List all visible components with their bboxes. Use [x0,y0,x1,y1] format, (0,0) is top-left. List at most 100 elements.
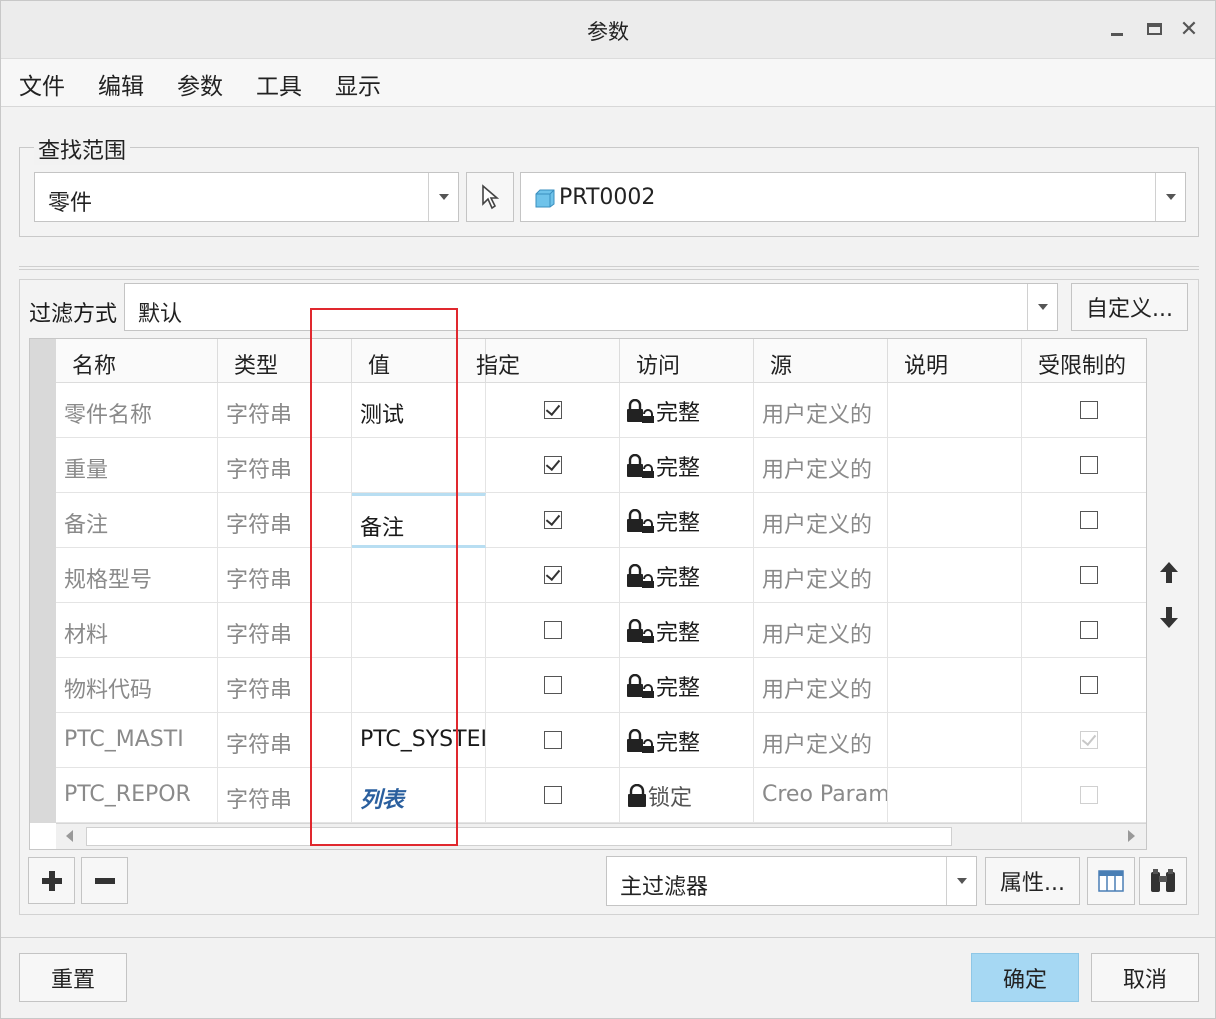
designate-checkbox[interactable] [543,566,562,584]
table-cell-restricted[interactable] [1022,548,1146,603]
table-cell-source[interactable]: 用户定义的 [754,603,888,658]
select-pointer-button[interactable] [466,172,514,222]
designate-checkbox[interactable] [543,401,562,419]
table-cell-desc[interactable] [888,713,1022,768]
menu-display[interactable]: 显示 [335,67,381,101]
designate-checkbox[interactable] [543,511,562,529]
table-cell-restricted[interactable] [1022,768,1146,823]
scrollbar-thumb[interactable] [86,827,952,846]
scroll-left-icon[interactable] [66,830,73,842]
restricted-checkbox[interactable] [1079,456,1098,474]
table-cell-access[interactable]: 完整 [620,658,754,713]
table-cell-designate[interactable] [486,713,620,768]
menu-file[interactable]: 文件 [19,67,65,101]
properties-button[interactable]: 属性... [985,857,1080,905]
table-cell-access[interactable]: 完整 [620,603,754,658]
table-cell-access[interactable]: 完整 [620,713,754,768]
table-cell-value[interactable]: 列表 [352,768,486,823]
table-cell-value[interactable] [352,603,486,658]
scroll-right-icon[interactable] [1128,830,1135,842]
chevron-down-icon[interactable] [1027,284,1057,330]
table-cell-designate[interactable] [486,658,620,713]
header-access[interactable]: 访问 [620,339,754,383]
table-cell-type[interactable]: 字符串 [218,493,352,548]
restricted-checkbox[interactable] [1079,511,1098,529]
designate-checkbox[interactable] [543,456,562,474]
table-cell-type[interactable]: 字符串 [218,768,352,823]
table-cell-name[interactable]: 物料代码 [56,658,218,713]
table-cell-restricted[interactable] [1022,603,1146,658]
header-name[interactable]: 名称 [56,339,218,383]
table-cell-restricted[interactable] [1022,383,1146,438]
table-cell-value[interactable]: 备注 [352,493,486,548]
table-cell-designate[interactable] [486,603,620,658]
table-cell-value[interactable] [352,438,486,493]
close-icon[interactable]: ✕ [1175,15,1203,43]
designate-checkbox[interactable] [543,731,562,749]
table-cell-restricted[interactable] [1022,438,1146,493]
move-down-icon[interactable] [1159,605,1179,635]
table-cell-type[interactable]: 字符串 [218,383,352,438]
table-cell-source[interactable]: 用户定义的 [754,548,888,603]
table-cell-name[interactable]: 零件名称 [56,383,218,438]
chevron-down-icon[interactable] [946,857,976,905]
target-model-dropdown[interactable]: PRT0002 [520,172,1186,222]
menu-edit[interactable]: 编辑 [98,67,144,101]
table-cell-value[interactable]: 测试 [352,383,486,438]
restricted-checkbox[interactable] [1079,621,1098,639]
cancel-button[interactable]: 取消 [1091,953,1199,1002]
minimize-icon[interactable] [1103,15,1131,43]
table-cell-restricted[interactable] [1022,493,1146,548]
table-cell-value[interactable] [352,548,486,603]
menu-parameters[interactable]: 参数 [177,67,223,101]
table-cell-name[interactable]: 重量 [56,438,218,493]
restricted-checkbox[interactable] [1079,401,1098,419]
restricted-checkbox[interactable] [1079,676,1098,694]
table-cell-source[interactable]: 用户定义的 [754,438,888,493]
table-cell-desc[interactable] [888,548,1022,603]
table-cell-desc[interactable] [888,768,1022,823]
header-type[interactable]: 类型 [218,339,352,383]
table-cell-desc[interactable] [888,438,1022,493]
chevron-down-icon[interactable] [428,173,458,221]
table-cell-source[interactable]: 用户定义的 [754,383,888,438]
header-restricted[interactable]: 受限制的 [1022,339,1146,383]
table-cell-type[interactable]: 字符串 [218,658,352,713]
table-cell-source[interactable]: 用户定义的 [754,713,888,768]
main-filter-dropdown[interactable]: 主过滤器 [606,856,977,906]
customize-button[interactable]: 自定义... [1071,283,1188,331]
table-cell-restricted[interactable] [1022,658,1146,713]
maximize-icon[interactable] [1140,15,1168,43]
table-cell-access[interactable]: 完整 [620,548,754,603]
add-parameter-button[interactable] [28,857,75,904]
table-cell-name[interactable]: 备注 [56,493,218,548]
menu-tools[interactable]: 工具 [256,67,302,101]
table-cell-type[interactable]: 字符串 [218,713,352,768]
designate-checkbox[interactable] [543,676,562,694]
table-cell-name[interactable]: PTC_MASTI [56,713,218,768]
move-up-icon[interactable] [1159,561,1179,591]
header-description[interactable]: 说明 [888,339,1022,383]
table-cell-restricted[interactable] [1022,713,1146,768]
table-cell-name[interactable]: PTC_REPOR [56,768,218,823]
restricted-checkbox[interactable] [1079,566,1098,584]
table-cell-desc[interactable] [888,493,1022,548]
reset-button[interactable]: 重置 [19,953,127,1002]
table-cell-name[interactable]: 材料 [56,603,218,658]
table-cell-access[interactable]: 完整 [620,493,754,548]
table-cell-access[interactable]: 完整 [620,383,754,438]
table-cell-designate[interactable] [486,383,620,438]
table-cell-type[interactable]: 字符串 [218,548,352,603]
table-cell-name[interactable]: 规格型号 [56,548,218,603]
table-cell-access[interactable]: 锁定 [620,768,754,823]
table-cell-desc[interactable] [888,603,1022,658]
table-cell-designate[interactable] [486,548,620,603]
table-cell-type[interactable]: 字符串 [218,438,352,493]
header-source[interactable]: 源 [754,339,888,383]
table-cell-access[interactable]: 完整 [620,438,754,493]
designate-checkbox[interactable] [543,786,562,804]
table-cell-value[interactable] [352,658,486,713]
find-button[interactable] [1139,857,1187,905]
remove-parameter-button[interactable] [81,857,128,904]
filter-dropdown[interactable]: 默认 [124,283,1058,331]
